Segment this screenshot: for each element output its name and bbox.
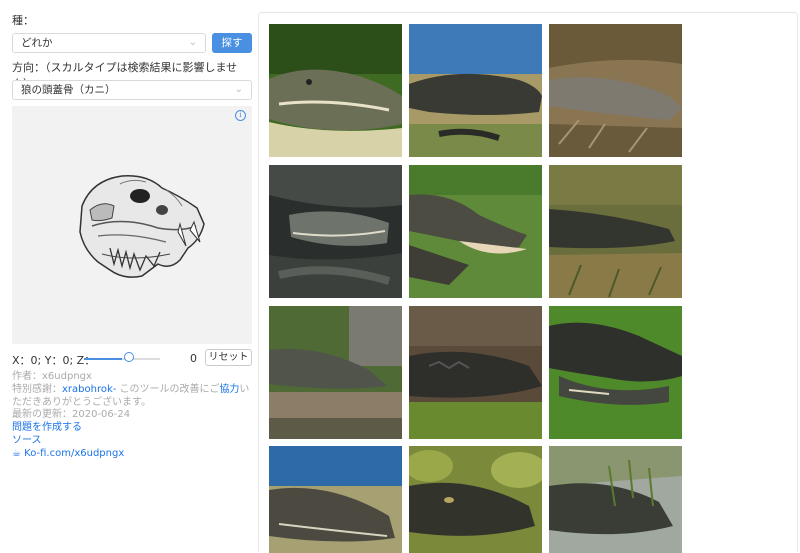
species-select[interactable]: どれか ⌄: [12, 33, 206, 53]
skull-model: [79, 175, 205, 278]
direction-select[interactable]: 狼の頭蓋骨（カニ） ⌄: [12, 80, 252, 100]
results-grid: [258, 12, 798, 553]
result-image-alligator-green-grass[interactable]: [549, 306, 682, 439]
result-image-alligator-near-lake[interactable]: [269, 446, 402, 553]
create-issue-link[interactable]: 問題を作成する: [12, 422, 82, 433]
author-name: x6udpngx: [42, 371, 92, 382]
species-label: 種：: [12, 14, 34, 27]
kofi-icon: ☕: [12, 447, 21, 459]
slider-value: 0: [190, 352, 197, 365]
info-icon[interactable]: i: [235, 110, 246, 121]
result-image-alligator-in-grass[interactable]: [549, 165, 682, 298]
thanks-highlight: 協力: [219, 383, 240, 395]
updated-date: 2020-06-24: [72, 409, 131, 421]
result-image-alligators-group[interactable]: [269, 165, 402, 298]
result-image-alligator-among-lily-pads[interactable]: [409, 446, 542, 553]
reset-button[interactable]: リセット: [205, 349, 252, 366]
species-select-value: どれか: [21, 37, 53, 49]
credits: 作者：x6udpngx 特別感謝：xrabohrok- このツールの改善にご協力…: [12, 371, 252, 461]
search-button[interactable]: 探す: [212, 33, 252, 53]
result-image-alligator-in-dry-grass[interactable]: [549, 24, 682, 157]
updated-line: 最新の更新：2020-06-24: [12, 409, 252, 422]
thanks-name-link[interactable]: xrabohrok-: [62, 384, 116, 395]
result-image-alligator-dark-closeup[interactable]: [409, 306, 542, 439]
skull-3d-viewer[interactable]: i: [12, 106, 252, 344]
thanks-text-a: このツールの改善にご: [116, 383, 220, 395]
result-image-alligator-open-mouth-on-grass[interactable]: [409, 165, 542, 298]
xyz-readout: X：0; Y：0; Z：: [12, 354, 96, 367]
result-image-alligator-head-closeup[interactable]: [269, 24, 402, 157]
kofi-link[interactable]: Ko-fi.com/x6udpngx: [24, 448, 124, 459]
chevron-down-icon: ⌄: [188, 37, 197, 48]
result-image-alligator-in-reeds[interactable]: [549, 446, 682, 553]
result-image-alligator-on-log[interactable]: [269, 306, 402, 439]
rotation-controls: X：0; Y：0; Z： 0 リセット: [12, 349, 252, 367]
slider-fill: [84, 358, 122, 360]
chevron-down-icon: ⌄: [234, 84, 243, 95]
author-prefix: 作者：: [12, 371, 42, 382]
rotation-slider[interactable]: [84, 358, 160, 360]
slider-thumb[interactable]: [124, 352, 134, 362]
thanks-prefix: 特別感謝：: [12, 383, 62, 395]
updated-prefix: 最新の更新：: [12, 409, 72, 421]
thanks-line: 特別感謝：xrabohrok- このツールの改善にご協力いただきありがとうござい…: [12, 384, 252, 410]
author-line: 作者：x6udpngx: [12, 371, 252, 384]
result-image-alligator-by-water[interactable]: [409, 24, 542, 157]
direction-select-value: 狼の頭蓋骨（カニ）: [21, 84, 116, 96]
source-link[interactable]: ソース: [12, 435, 42, 446]
